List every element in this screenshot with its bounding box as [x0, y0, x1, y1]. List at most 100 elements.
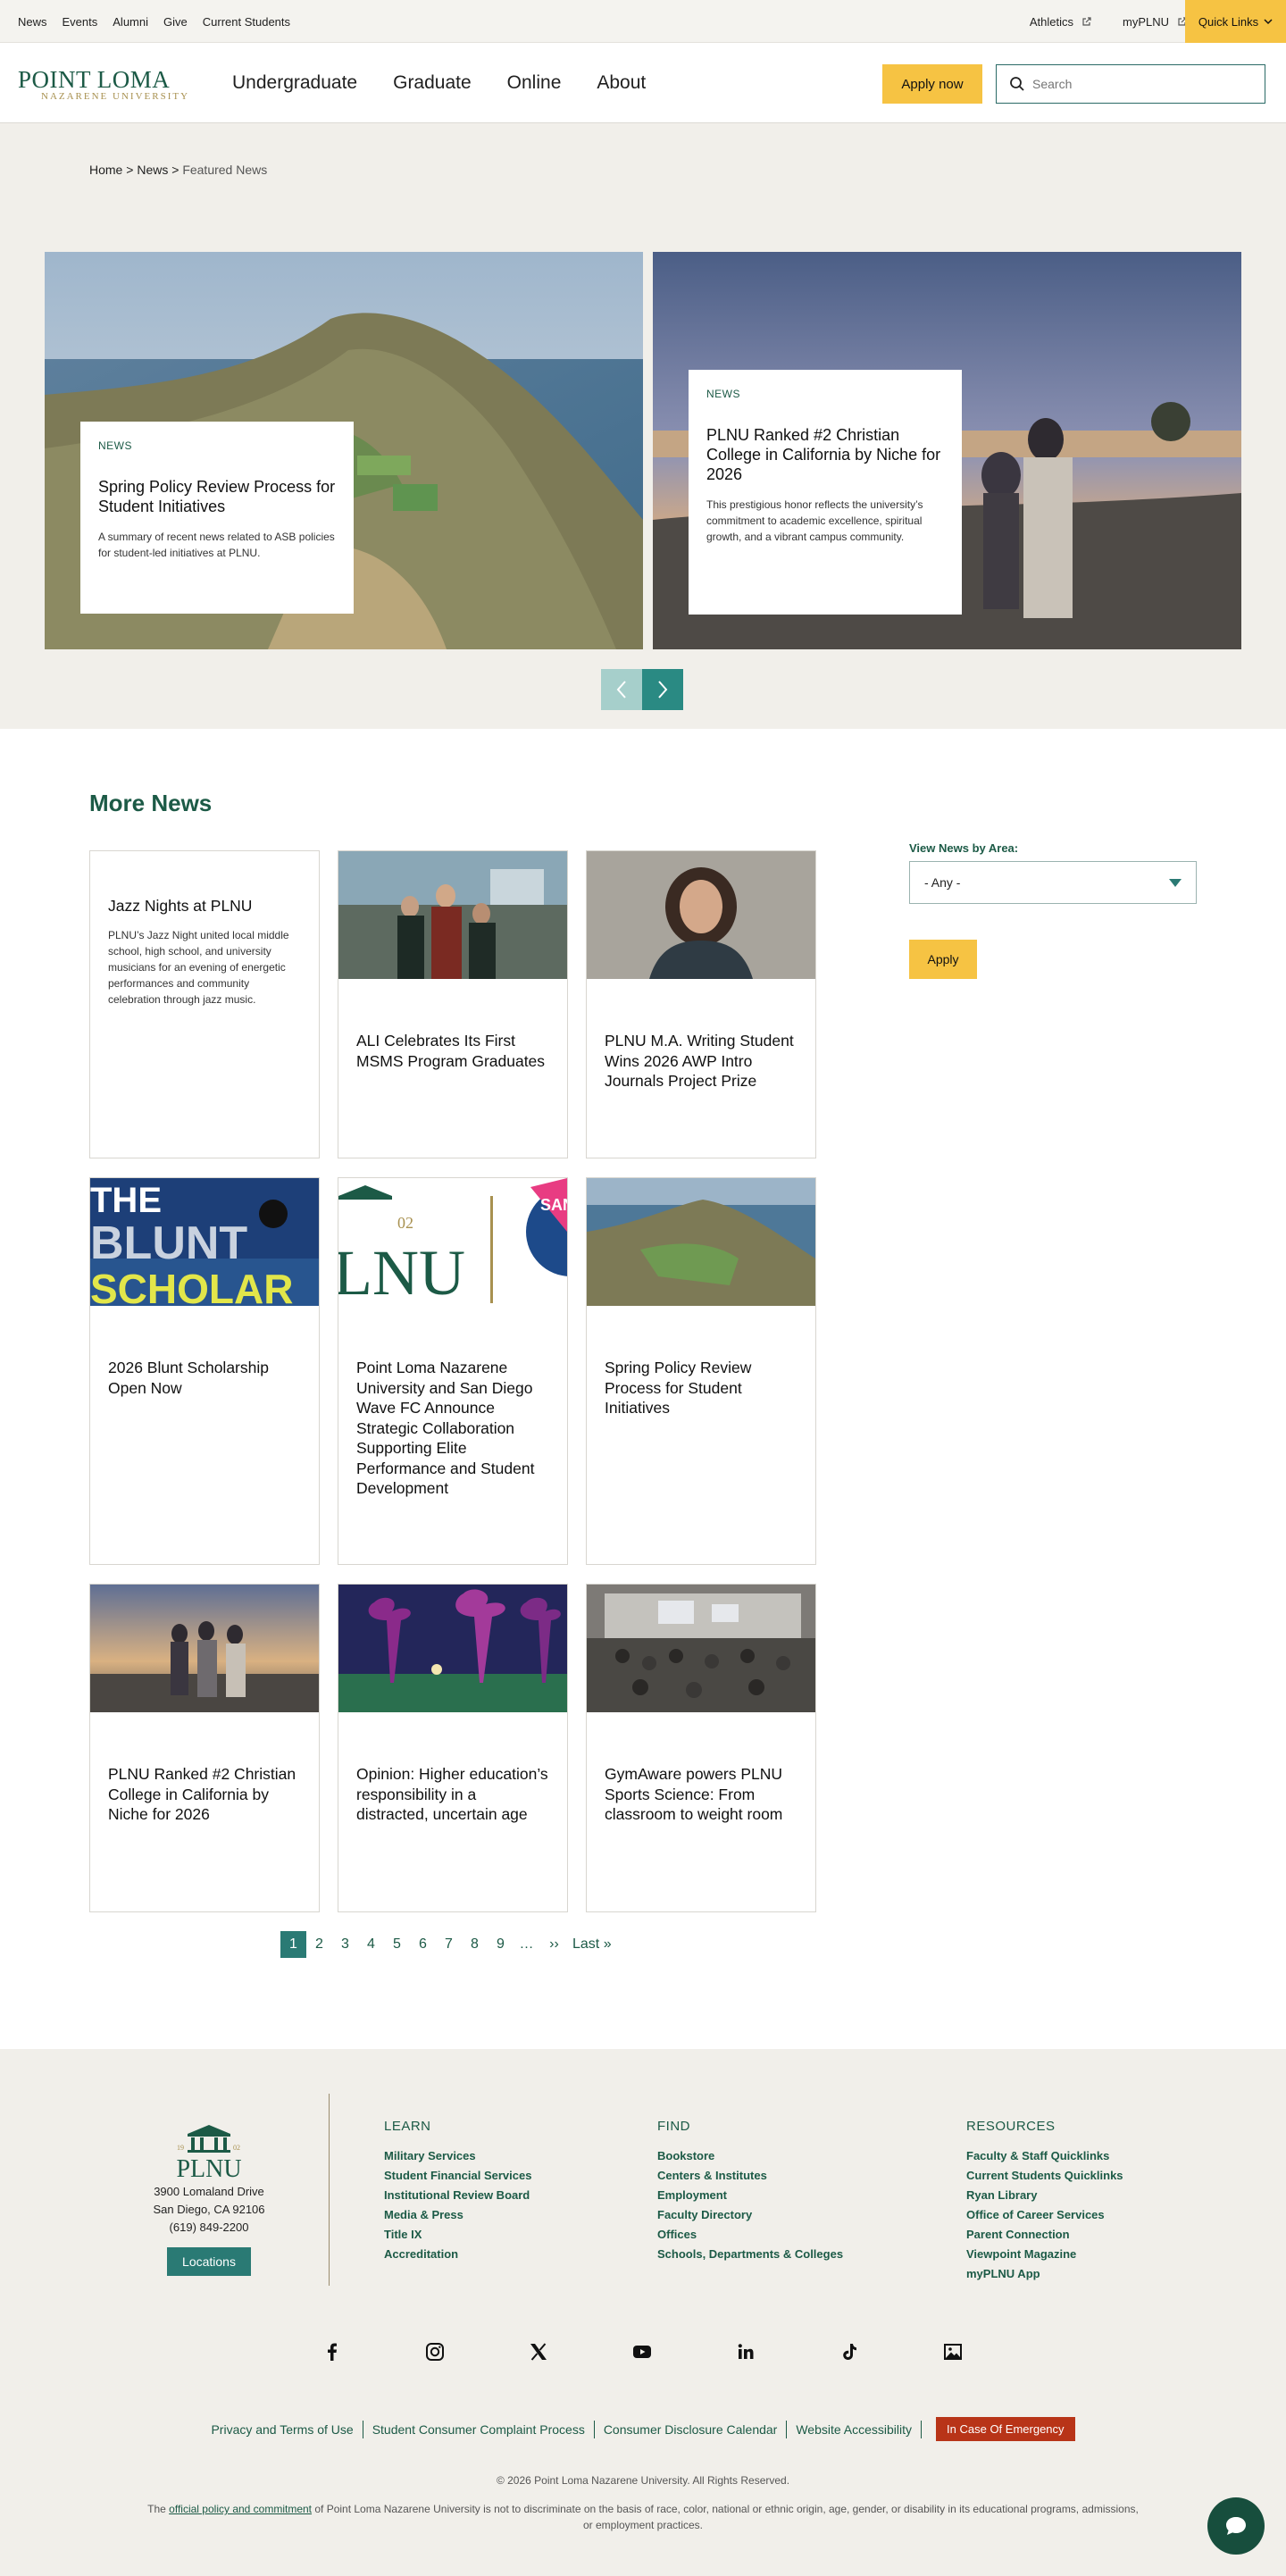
- utility-link-alumni[interactable]: Alumni: [113, 15, 148, 29]
- x-icon[interactable]: [529, 2342, 548, 2362]
- news-card[interactable]: 02 LNU SAN Point Loma Nazarene Universit…: [338, 1177, 568, 1565]
- utility-link-events[interactable]: Events: [63, 15, 98, 29]
- footer-col-title: RESOURCES: [966, 2119, 1056, 2134]
- page-link-4[interactable]: 4: [358, 1931, 384, 1958]
- news-area-select[interactable]: - Any -: [909, 861, 1197, 904]
- hero-title[interactable]: Spring Policy Review Process for Student…: [98, 477, 336, 516]
- complaint-process-link[interactable]: Student Consumer Complaint Process: [372, 2422, 585, 2437]
- news-card-title[interactable]: PLNU Ranked #2 Christian College in Cali…: [90, 1764, 319, 1825]
- utility-link-news[interactable]: News: [18, 15, 47, 29]
- policy-link[interactable]: official policy and commitment: [169, 2503, 312, 2515]
- privacy-link[interactable]: Privacy and Terms of Use: [211, 2422, 353, 2437]
- footer-link[interactable]: Title IX: [384, 2225, 531, 2245]
- page-link-1[interactable]: 1: [280, 1931, 306, 1958]
- hero-title[interactable]: PLNU Ranked #2 Christian College in Cali…: [706, 425, 944, 484]
- nav-undergraduate[interactable]: Undergraduate: [232, 72, 357, 94]
- nav-graduate[interactable]: Graduate: [393, 72, 472, 94]
- policy-text: of Point Loma Nazarene University is not…: [314, 2503, 1139, 2531]
- news-card[interactable]: GymAware powers PLNU Sports Science: Fro…: [586, 1584, 816, 1912]
- carousel-next-button[interactable]: [642, 669, 683, 710]
- news-card[interactable]: ALI Celebrates Its First MSMS Program Gr…: [338, 850, 568, 1158]
- news-card[interactable]: PLNU M.A. Writing Student Wins 2026 AWP …: [586, 850, 816, 1158]
- footer-link[interactable]: Media & Press: [384, 2205, 531, 2225]
- news-card[interactable]: Opinion: Higher education’s responsibili…: [338, 1584, 568, 1912]
- athletics-label: Athletics: [1029, 14, 1073, 29]
- footer-link[interactable]: myPLNU App: [966, 2264, 1123, 2284]
- footer-link[interactable]: Accreditation: [384, 2245, 531, 2264]
- search-input[interactable]: [1032, 77, 1256, 91]
- page-link-3[interactable]: 3: [332, 1931, 358, 1958]
- logo-subtitle: NAZARENE UNIVERSITY: [41, 91, 190, 102]
- news-card[interactable]: Spring Policy Review Process for Student…: [586, 1177, 816, 1565]
- news-card[interactable]: Jazz Nights at PLNU PLNU’s Jazz Night un…: [89, 850, 320, 1158]
- chat-button[interactable]: [1207, 2497, 1265, 2555]
- news-card-title[interactable]: Opinion: Higher education’s responsibili…: [338, 1764, 567, 1825]
- footer-plnu-logo[interactable]: 19 02 PLNU: [152, 2120, 266, 2182]
- logo-wordmark: POINT LOMA: [18, 66, 171, 93]
- page-link-8[interactable]: 8: [462, 1931, 488, 1958]
- news-card-title[interactable]: Spring Policy Review Process for Student…: [587, 1358, 815, 1418]
- carousel-prev-button[interactable]: [601, 669, 642, 710]
- accessibility-link[interactable]: Website Accessibility: [796, 2422, 912, 2437]
- footer-link[interactable]: Military Services: [384, 2146, 531, 2166]
- news-card-title[interactable]: GymAware powers PLNU Sports Science: Fro…: [587, 1764, 815, 1825]
- plnu-logo[interactable]: POINT LOMA NAZARENE UNIVERSITY: [18, 66, 201, 105]
- news-card-title[interactable]: ALI Celebrates Its First MSMS Program Gr…: [338, 1031, 567, 1071]
- footer-link[interactable]: Offices: [657, 2225, 843, 2245]
- apply-now-button[interactable]: Apply now: [882, 64, 982, 104]
- chevron-left-icon: [616, 681, 626, 698]
- nav-about[interactable]: About: [597, 72, 646, 94]
- footer-divider: [329, 2094, 330, 2286]
- page-link-5[interactable]: 5: [384, 1931, 410, 1958]
- hero-slide-2[interactable]: NEWS PLNU Ranked #2 Christian College in…: [653, 252, 1241, 649]
- instagram-icon[interactable]: [425, 2342, 445, 2362]
- linkedin-icon[interactable]: [736, 2342, 756, 2362]
- facebook-icon[interactable]: [322, 2342, 342, 2362]
- news-card-title[interactable]: Jazz Nights at PLNU: [90, 896, 319, 916]
- emergency-button[interactable]: In Case Of Emergency: [936, 2417, 1075, 2441]
- footer-link[interactable]: Faculty Directory: [657, 2205, 843, 2225]
- news-card-title[interactable]: 2026 Blunt Scholarship Open Now: [90, 1358, 319, 1398]
- filter-apply-button[interactable]: Apply: [909, 940, 977, 979]
- breadcrumb-home[interactable]: Home: [89, 163, 122, 177]
- utility-link-current-students[interactable]: Current Students: [203, 15, 290, 29]
- news-card[interactable]: PLNU Ranked #2 Christian College in Cali…: [89, 1584, 320, 1912]
- news-card-title[interactable]: PLNU M.A. Writing Student Wins 2026 AWP …: [587, 1031, 815, 1091]
- footer-link[interactable]: Viewpoint Magazine: [966, 2245, 1123, 2264]
- tiktok-icon[interactable]: [839, 2342, 859, 2362]
- page-link-2[interactable]: 2: [306, 1931, 332, 1958]
- youtube-icon[interactable]: [632, 2342, 652, 2362]
- search-box[interactable]: [996, 64, 1265, 104]
- gallery-icon[interactable]: [943, 2342, 963, 2362]
- page-link-6[interactable]: 6: [410, 1931, 436, 1958]
- news-card-title[interactable]: Point Loma Nazarene University and San D…: [338, 1358, 567, 1499]
- footer-link[interactable]: Institutional Review Board: [384, 2186, 531, 2205]
- news-card[interactable]: THE BLUNT SCHOLAR 2026 Blunt Scholarship…: [89, 1177, 320, 1565]
- address-line: San Diego, CA 92106: [153, 2203, 265, 2216]
- utility-link-give[interactable]: Give: [163, 15, 188, 29]
- footer-link[interactable]: Employment: [657, 2186, 843, 2205]
- page-next-link[interactable]: ››: [541, 1931, 567, 1958]
- footer-link[interactable]: Current Students Quicklinks: [966, 2166, 1123, 2186]
- footer-link[interactable]: Office of Career Services: [966, 2205, 1123, 2225]
- disclosure-calendar-link[interactable]: Consumer Disclosure Calendar: [604, 2422, 778, 2437]
- phone-number[interactable]: (619) 849-2200: [147, 2219, 271, 2237]
- breadcrumb-news[interactable]: News: [137, 163, 168, 177]
- footer-link[interactable]: Centers & Institutes: [657, 2166, 843, 2186]
- footer-link[interactable]: Student Financial Services: [384, 2166, 531, 2186]
- footer-link[interactable]: Bookstore: [657, 2146, 843, 2166]
- footer-link[interactable]: Faculty & Staff Quicklinks: [966, 2146, 1123, 2166]
- myplnu-link[interactable]: myPLNU: [1123, 15, 1188, 29]
- locations-button[interactable]: Locations: [167, 2247, 251, 2276]
- quick-links-button[interactable]: Quick Links: [1185, 0, 1286, 43]
- footer-link[interactable]: Parent Connection: [966, 2225, 1123, 2245]
- hero-slide-1[interactable]: NEWS Spring Policy Review Process for St…: [45, 252, 643, 649]
- page-link-7[interactable]: 7: [436, 1931, 462, 1958]
- page-link-9[interactable]: 9: [488, 1931, 514, 1958]
- filter-label: View News by Area:: [909, 841, 1019, 855]
- athletics-link[interactable]: Athletics: [1030, 15, 1092, 29]
- footer-link[interactable]: Schools, Departments & Colleges: [657, 2245, 843, 2264]
- nav-online[interactable]: Online: [507, 72, 562, 94]
- page-last-link[interactable]: Last »: [572, 1931, 612, 1958]
- footer-link[interactable]: Ryan Library: [966, 2186, 1123, 2205]
